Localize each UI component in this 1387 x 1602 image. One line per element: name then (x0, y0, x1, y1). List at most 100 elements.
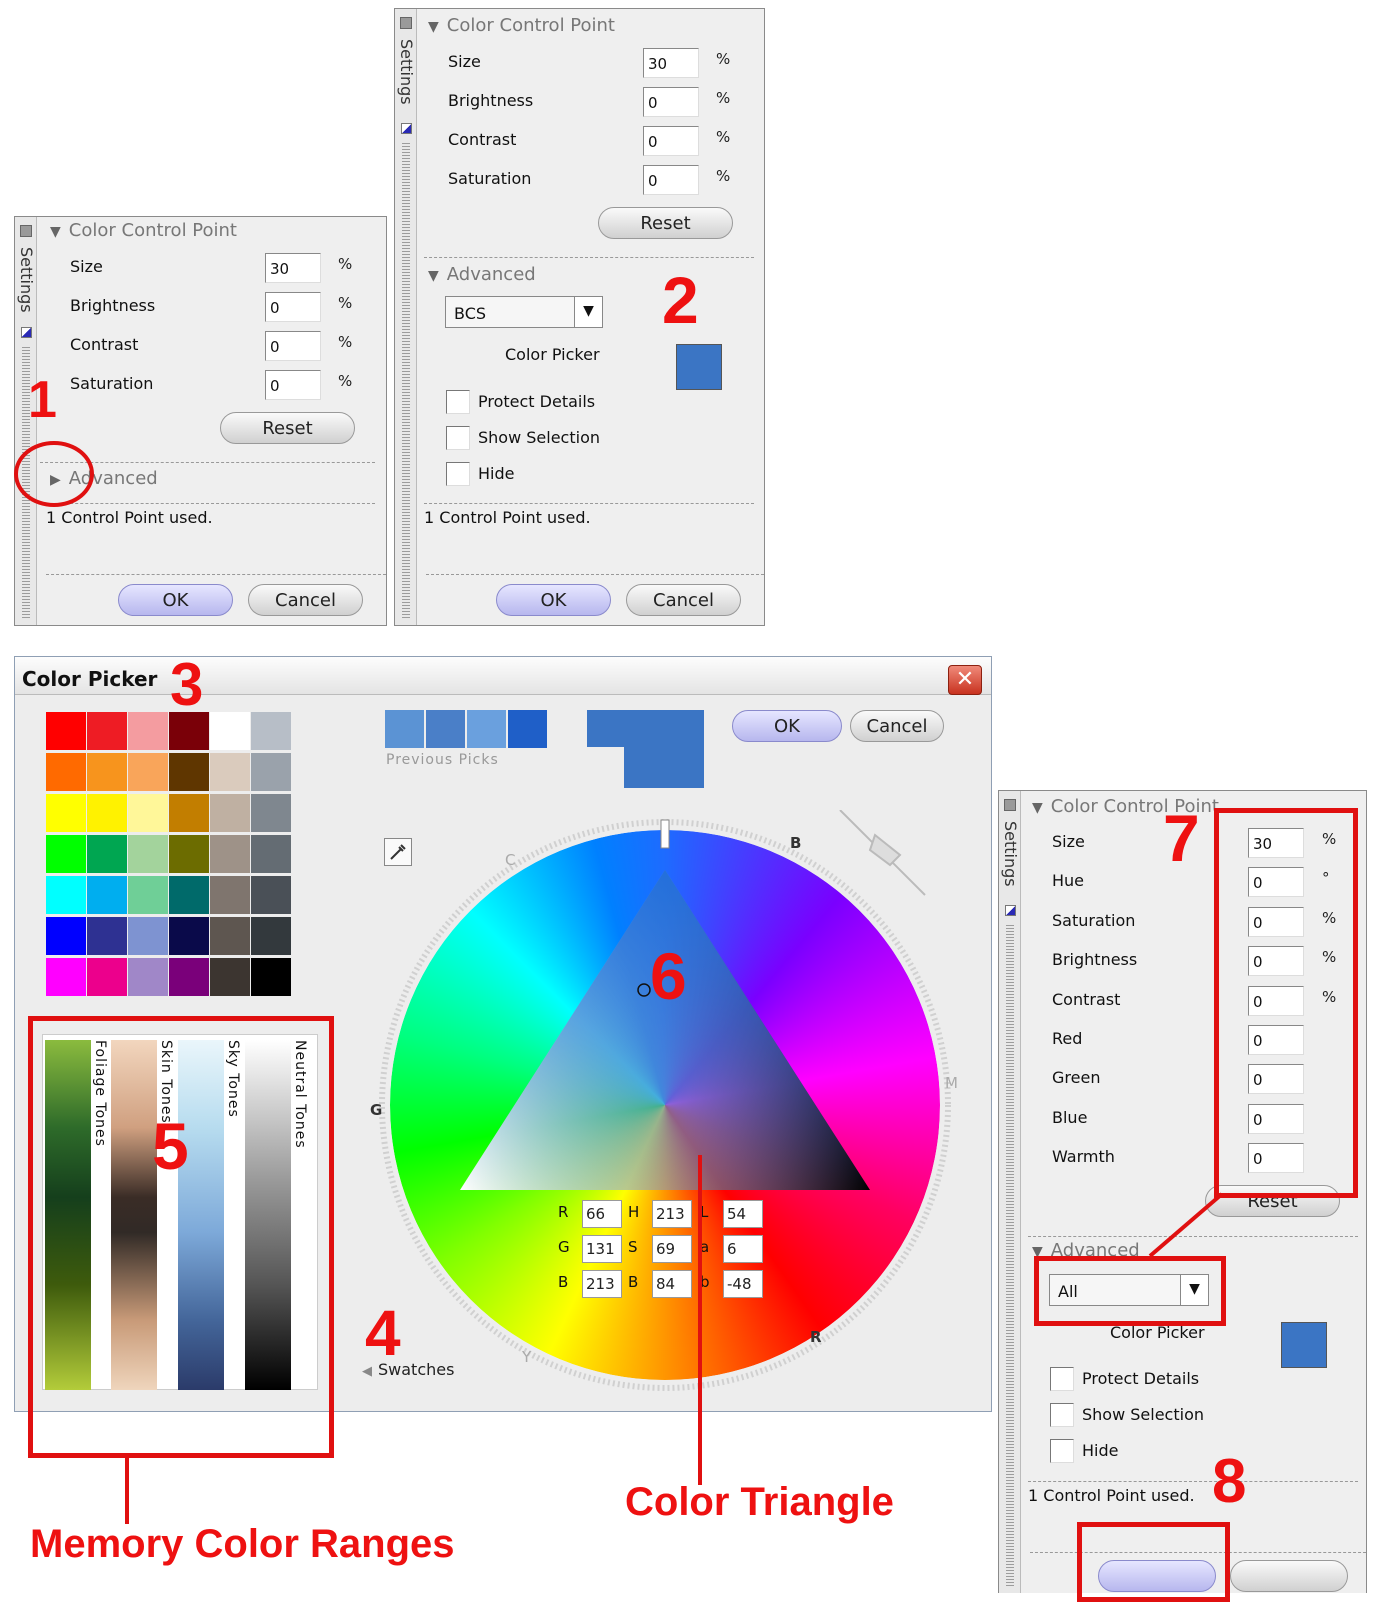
color-swatch[interactable] (169, 753, 209, 791)
channel-value-field[interactable]: 66 (582, 1200, 622, 1228)
color-swatch[interactable] (169, 917, 209, 955)
checkbox[interactable] (1050, 1403, 1074, 1427)
color-swatch[interactable] (169, 876, 209, 914)
color-swatch[interactable] (128, 835, 168, 873)
previous-pick-swatch[interactable] (385, 710, 424, 748)
mode-dropdown[interactable]: BCS ▼ (445, 296, 603, 328)
channel-value-field[interactable]: 54 (723, 1200, 763, 1228)
chevron-down-icon[interactable]: ▼ (574, 297, 602, 327)
settings-tab-label[interactable]: Settings (397, 39, 416, 105)
color-swatch[interactable] (210, 917, 250, 955)
picker-cancel-button[interactable]: Cancel (850, 710, 944, 742)
previous-pick-swatch[interactable] (467, 710, 506, 748)
color-swatch[interactable] (169, 958, 209, 996)
row-label: Saturation (70, 374, 154, 393)
channel-value-field[interactable]: 84 (652, 1270, 692, 1298)
title-bar[interactable] (15, 657, 991, 695)
color-swatch[interactable] (46, 917, 86, 955)
color-swatch[interactable] (46, 958, 86, 996)
channel-value-field[interactable]: 6 (723, 1235, 763, 1263)
value-field[interactable]: 0 (265, 370, 321, 400)
color-swatch[interactable] (87, 917, 127, 955)
color-swatch[interactable] (251, 712, 291, 750)
color-swatch[interactable] (128, 917, 168, 955)
color-swatch[interactable] (46, 835, 86, 873)
checkbox[interactable] (446, 462, 470, 486)
color-swatch[interactable] (251, 794, 291, 832)
channel-value-field[interactable]: 213 (582, 1270, 622, 1298)
color-swatch[interactable] (251, 835, 291, 873)
color-swatch[interactable] (87, 835, 127, 873)
color-swatch[interactable] (128, 958, 168, 996)
color-swatch[interactable] (87, 794, 127, 832)
color-swatch[interactable] (251, 753, 291, 791)
checkbox[interactable] (1050, 1367, 1074, 1391)
checkbox[interactable] (446, 426, 470, 450)
color-swatch[interactable] (128, 876, 168, 914)
channel-value-field[interactable]: 131 (582, 1235, 622, 1263)
channel-value-field[interactable]: 213 (652, 1200, 692, 1228)
section-header-color-control-point[interactable]: ▼ Color Control Point (50, 220, 237, 241)
checkbox[interactable] (1050, 1439, 1074, 1463)
previous-pick-swatch[interactable] (426, 710, 465, 748)
value-field[interactable]: 30 (643, 48, 699, 78)
color-swatch[interactable] (87, 712, 127, 750)
cancel-button[interactable]: Cancel (248, 584, 363, 616)
color-swatch[interactable] (251, 958, 291, 996)
color-swatch[interactable] (169, 835, 209, 873)
color-picker-label[interactable]: Color Picker (505, 345, 600, 364)
value-field[interactable]: 30 (265, 253, 321, 283)
ok-button[interactable]: OK (118, 584, 233, 616)
color-swatch[interactable] (210, 958, 250, 996)
color-swatch[interactable] (210, 753, 250, 791)
paint-brush-icon[interactable] (839, 810, 926, 896)
color-swatch[interactable] (46, 876, 86, 914)
checkbox[interactable] (446, 390, 470, 414)
color-swatch[interactable] (87, 958, 127, 996)
hue-marker[interactable] (660, 819, 670, 849)
color-swatch[interactable] (128, 712, 168, 750)
resize-grip[interactable] (402, 143, 410, 619)
color-swatch[interactable] (87, 753, 127, 791)
channel-value-field[interactable]: 69 (652, 1235, 692, 1263)
color-picker-swatch[interactable] (676, 344, 722, 390)
hue-wheel[interactable]: C B G M Y R (370, 810, 970, 1400)
color-swatch[interactable] (251, 876, 291, 914)
color-swatch[interactable] (210, 876, 250, 914)
picker-ok-button[interactable]: OK (732, 710, 842, 742)
value-field[interactable]: 0 (643, 165, 699, 195)
settings-tab-label[interactable]: Settings (17, 247, 36, 313)
color-swatch[interactable] (251, 917, 291, 955)
value-field[interactable]: 0 (643, 87, 699, 117)
color-swatch[interactable] (87, 876, 127, 914)
color-swatch[interactable] (128, 753, 168, 791)
color-picker-swatch[interactable] (1281, 1322, 1327, 1368)
minimize-icon[interactable] (20, 225, 32, 237)
value-field[interactable]: 0 (265, 292, 321, 322)
section-header-advanced[interactable]: ▼ Advanced (428, 264, 536, 285)
ok-button[interactable]: OK (496, 584, 611, 616)
color-swatch[interactable] (169, 794, 209, 832)
annotation-number-1: 1 (28, 371, 57, 429)
color-swatch[interactable] (210, 794, 250, 832)
color-swatch[interactable] (46, 794, 86, 832)
color-swatch[interactable] (46, 753, 86, 791)
color-swatch[interactable] (128, 794, 168, 832)
reset-button[interactable]: Reset (598, 207, 733, 239)
section-header-color-control-point[interactable]: ▼ Color Control Point (428, 15, 615, 36)
value-field[interactable]: 0 (643, 126, 699, 156)
color-swatch[interactable] (210, 712, 250, 750)
previous-pick-swatch[interactable] (508, 710, 547, 748)
color-swatch[interactable] (46, 712, 86, 750)
minimize-icon[interactable] (1004, 799, 1016, 811)
reset-button[interactable]: Reset (220, 412, 355, 444)
value-field[interactable]: 0 (265, 331, 321, 361)
cancel-button-partial[interactable] (1230, 1560, 1348, 1592)
minimize-icon[interactable] (400, 17, 412, 29)
cancel-button[interactable]: Cancel (626, 584, 741, 616)
color-swatch[interactable] (210, 835, 250, 873)
settings-tab-label[interactable]: Settings (1001, 821, 1020, 887)
close-icon[interactable]: ✕ (948, 665, 982, 695)
resize-grip[interactable] (1006, 925, 1014, 1587)
channel-value-field[interactable]: -48 (723, 1270, 763, 1298)
